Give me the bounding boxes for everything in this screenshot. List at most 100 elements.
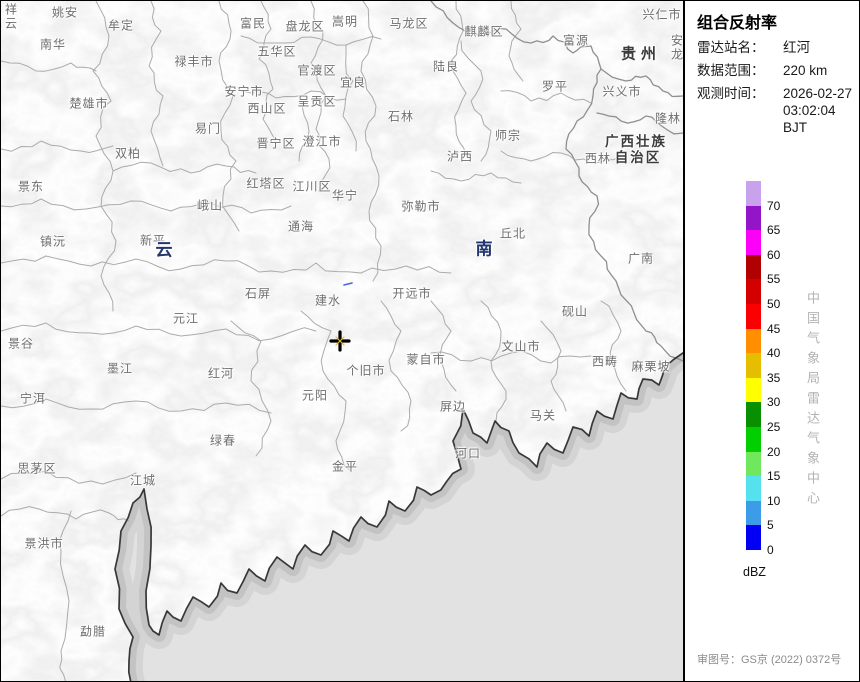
map-label: 红塔区 (246, 176, 286, 191)
map-label: 马龙区 (389, 16, 429, 31)
legend-tick-label: 20 (767, 444, 781, 459)
range-label: 数据范围： (697, 63, 765, 78)
map-label: 双柏 (114, 146, 142, 161)
time-date: 2026-02-27 (783, 86, 853, 101)
map-label: 兴义市 (602, 84, 642, 99)
map-label: 五华区 (257, 44, 297, 59)
map-label: 安宁市 (224, 84, 264, 99)
map-label: 广南 (627, 251, 655, 266)
map-label: 个旧市 (346, 363, 386, 378)
legend-tick-label: 5 (767, 518, 774, 533)
product-title: 组合反射率 (697, 15, 778, 32)
map-label: 宁洱 (19, 391, 47, 406)
map-label: 石屏 (244, 286, 272, 301)
legend-tick-label: 15 (767, 469, 781, 484)
map-label: 墨江 (106, 361, 134, 376)
legend-swatch (746, 279, 761, 304)
legend-swatch (746, 500, 761, 526)
map-label: 景东 (17, 179, 45, 194)
map-label: 西林 (584, 151, 612, 166)
range-row: 数据范围： 220 km (697, 62, 859, 79)
map-label: 盘龙区 (285, 19, 325, 34)
map-label: 南华 (39, 37, 67, 52)
legend-tick-label: 50 (767, 297, 781, 311)
map-label: 姚安 (51, 5, 79, 20)
map-label: 景谷 (7, 336, 35, 351)
map-label: 建水 (314, 293, 342, 308)
legend-tick-label: 70 (767, 198, 781, 213)
legend-tick-label: 55 (767, 272, 781, 287)
map-label: 红河 (207, 366, 235, 381)
map-label: 西畴 (591, 354, 619, 369)
map-label: 河口 (454, 446, 482, 461)
map-label: 屏边 (439, 399, 467, 414)
map-label: 师宗 (494, 128, 522, 143)
legend-tick-label: 45 (767, 321, 781, 336)
legend-tick-label: 40 (767, 346, 781, 361)
map-label: 思茅区 (17, 461, 57, 476)
legend-tick-label: 30 (767, 395, 781, 410)
map-label: 金平 (331, 459, 359, 474)
legend-swatch (746, 377, 761, 403)
map-label: 丘北 (499, 226, 527, 241)
map-label: 隆林 (654, 111, 682, 126)
map-label: 禄丰市 (174, 54, 214, 69)
map-label: 勐腊 (79, 624, 107, 639)
map-label: 牟定 (107, 18, 135, 33)
province-label: 祥云 (3, 3, 18, 31)
station-value: 红河 (783, 40, 810, 55)
time-label: 观测时间： (697, 86, 765, 101)
map-label: 楚雄市 (69, 96, 109, 111)
legend-swatch (746, 525, 761, 550)
map-label: 华宁 (331, 188, 359, 203)
map-label: 富源 (562, 33, 590, 48)
map-label: 富民 (239, 16, 267, 31)
map-label: 麒麟区 (464, 24, 504, 39)
map-label: 宜良 (339, 75, 367, 90)
map-label: 麻栗坡 (631, 359, 671, 374)
legend-swatch (746, 451, 761, 477)
map-label: 呈贡区 (297, 94, 337, 109)
map-label: 文山市 (501, 339, 541, 354)
map-label: 澄江市 (302, 134, 342, 149)
map-canvas: 姚安 牟定 南华 禄丰市 楚雄市 易门 双柏 富民 盘龙区 嵩明 马龙区 五华区 官渡区 宜良 陆良 麒麟区富… (1, 1, 683, 681)
time-clock: 03:02:04 BJT (783, 103, 836, 135)
map-label: 马关 (529, 408, 557, 423)
legend-tick-label: 60 (767, 247, 781, 262)
station-label: 雷达站名： (697, 40, 765, 55)
map-label: 江城 (129, 473, 157, 488)
legend-swatch (746, 427, 761, 452)
map-label: 嵩明 (331, 14, 359, 29)
map-label: 景洪市 (24, 536, 64, 551)
legend-unit: dBZ (743, 565, 766, 579)
map-label: 西山区 (247, 101, 287, 116)
map-label: 元阳 (301, 388, 329, 403)
province-label: 贵州 (620, 45, 662, 63)
map-label: 峨山 (196, 198, 224, 213)
map-label: 罗平 (541, 79, 569, 94)
station-row: 雷达站名： 红河 (697, 39, 859, 56)
legend-swatch (746, 181, 761, 206)
time-row: 观测时间： 2026-02-27 03:02:04 BJT (697, 85, 859, 136)
agency-credit-vertical: 中国气象局雷达气象中心 (805, 291, 820, 511)
map-label: 泸西 (446, 149, 474, 164)
map-label: 兴仁市 (642, 7, 682, 22)
map-label: 蒙自市 (406, 352, 446, 367)
legend-swatch (746, 304, 761, 329)
map-label: 易门 (194, 121, 222, 136)
info-panel: 组合反射率 雷达站名： 红河 数据范围： 220 km 观测时间： 2026-0… (685, 1, 859, 681)
radar-info-block: 雷达站名： 红河 数据范围： 220 km 观测时间： 2026-02-27 0… (697, 39, 859, 142)
map-label: 通海 (287, 219, 315, 234)
legend-tick-label: 35 (767, 370, 781, 385)
legend-swatch (746, 476, 761, 501)
legend-swatch (746, 402, 761, 427)
legend-tick-label: 65 (767, 223, 781, 238)
range-value: 220 km (783, 63, 828, 78)
map-label: 官渡区 (297, 63, 337, 78)
province-label: 南 (475, 239, 493, 259)
map-label: 弥勒市 (401, 199, 441, 214)
map-label: 元江 (172, 311, 200, 326)
map-label: 砚山 (561, 304, 589, 319)
map-label: 镇沅 (39, 234, 67, 249)
map-label: 晋宁区 (256, 136, 296, 151)
